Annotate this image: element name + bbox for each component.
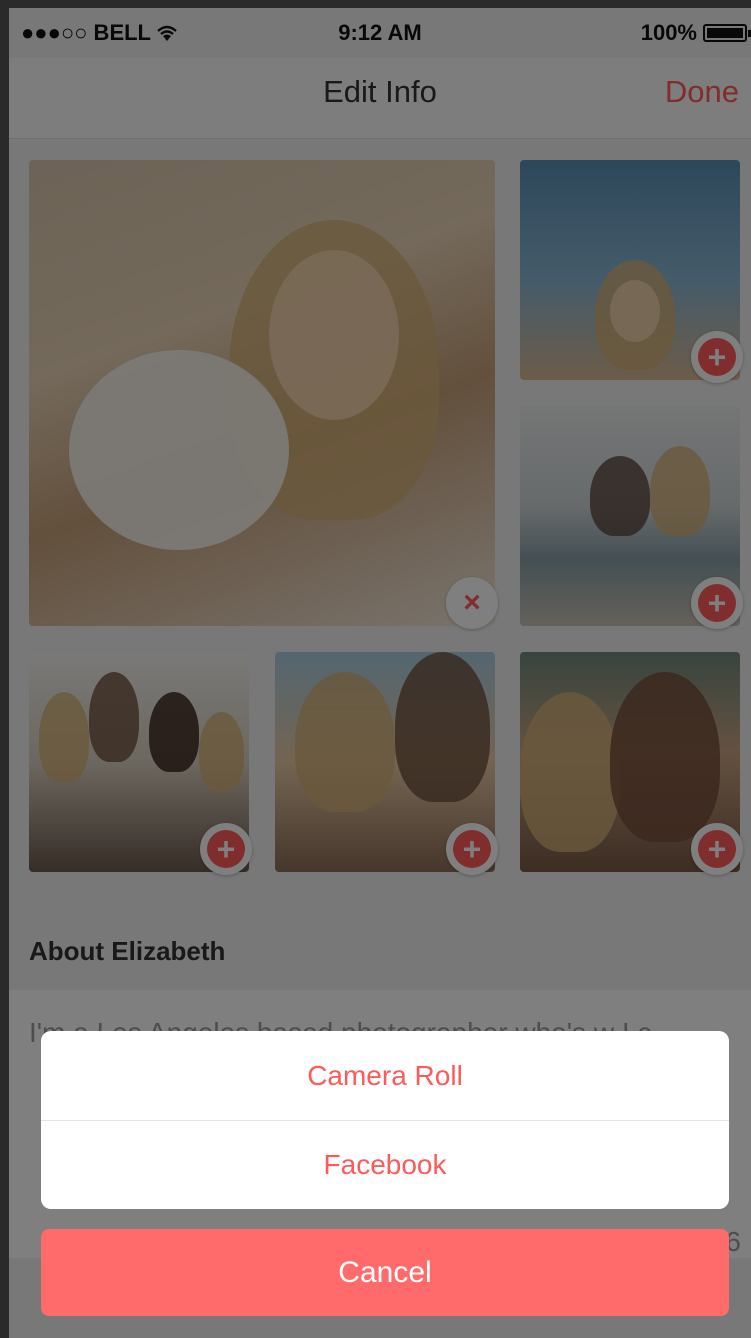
cancel-button[interactable]: Cancel — [41, 1229, 729, 1316]
camera-roll-option[interactable]: Camera Roll — [41, 1031, 729, 1121]
facebook-option[interactable]: Facebook — [41, 1120, 729, 1209]
photo-source-action-sheet: Camera Roll Facebook — [41, 1031, 729, 1209]
